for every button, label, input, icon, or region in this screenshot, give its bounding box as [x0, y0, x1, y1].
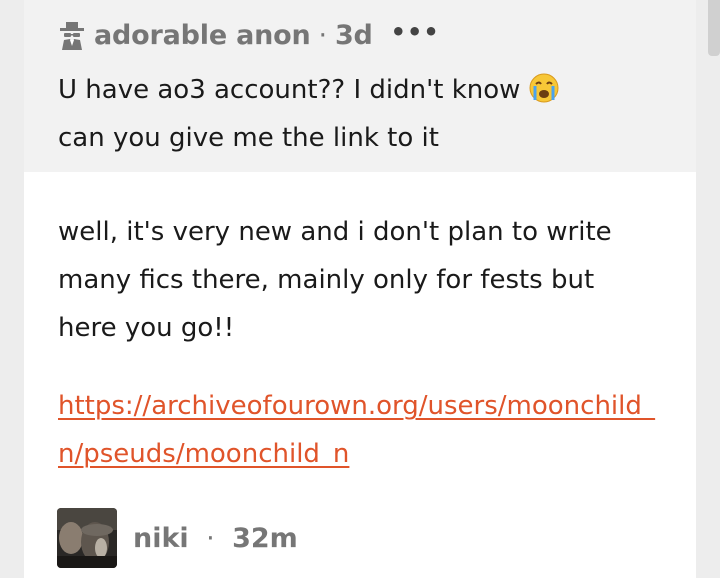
ask-separator: · — [318, 19, 328, 51]
reply-meta: niki · 32m — [133, 523, 298, 554]
ask-body: U have ao3 account?? I didn't know can y… — [58, 66, 666, 162]
answer-text: well, it's very new and i don't plan to … — [58, 217, 612, 343]
ask-header: adorable anon · 3d ••• — [58, 18, 666, 52]
crying-face-emoji-icon — [529, 73, 559, 103]
reply-username[interactable]: niki — [133, 523, 189, 554]
reply-separator: · — [206, 522, 215, 554]
scrollbar[interactable] — [708, 0, 720, 56]
post-card: adorable anon · 3d ••• U have ao3 accoun… — [24, 0, 696, 578]
anonymous-spy-icon — [60, 22, 84, 50]
ask-line-2: can you give me the link to it — [58, 123, 439, 153]
more-options-button[interactable]: ••• — [391, 20, 440, 44]
answer-section: well, it's very new and i don't plan to … — [24, 172, 696, 478]
ao3-profile-link[interactable]: https://archiveofourown.org/users/moonch… — [58, 382, 656, 478]
reply-row: niki · 32m — [57, 508, 298, 568]
avatar-image-icon — [57, 508, 117, 568]
ask-section: adorable anon · 3d ••• U have ao3 accoun… — [24, 0, 696, 172]
ask-line-1: U have ao3 account?? I didn't know — [58, 75, 521, 105]
reply-time: 32m — [232, 522, 298, 554]
avatar[interactable] — [57, 508, 117, 568]
ask-author[interactable]: adorable anon — [94, 20, 311, 51]
ask-time: 3d — [334, 19, 373, 51]
